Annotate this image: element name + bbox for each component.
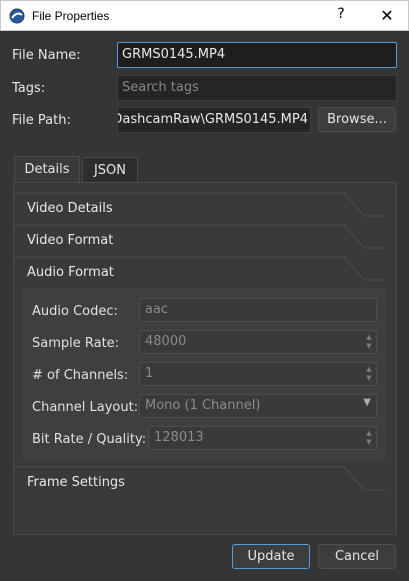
tags-input[interactable]: Search tags: [117, 75, 397, 101]
tags-placeholder: Search tags: [122, 80, 199, 95]
section-divider-shape: [14, 256, 386, 281]
file-path-value: DashcamRaw\GRMS0145.MP4: [117, 112, 308, 127]
window-title: File Properties: [32, 9, 110, 23]
audio-codec-field[interactable]: aac: [139, 298, 377, 322]
sample-rate-spinbox[interactable]: 48000 ▲ ▼: [139, 330, 377, 354]
section-frame-settings[interactable]: Frame Settings: [14, 466, 396, 498]
help-button[interactable]: ?: [327, 6, 355, 28]
file-name-label: File Name:: [12, 48, 81, 63]
close-button[interactable]: ✕: [373, 6, 401, 28]
spin-arrows-icon[interactable]: ▲ ▼: [364, 333, 374, 351]
audio-codec-label: Audio Codec:: [32, 304, 118, 319]
channels-spinbox[interactable]: 1 ▲ ▼: [139, 362, 377, 386]
tab-json[interactable]: JSON: [82, 157, 138, 183]
tags-label: Tags:: [12, 81, 46, 96]
channel-layout-select[interactable]: Mono (1 Channel) ▼: [139, 394, 377, 418]
app-logo-icon: [9, 8, 25, 24]
file-path-input[interactable]: DashcamRaw\GRMS0145.MP4: [117, 107, 311, 133]
spin-arrows-icon[interactable]: ▲ ▼: [364, 365, 374, 383]
spin-arrows-icon[interactable]: ▲ ▼: [364, 429, 374, 447]
section-video-details[interactable]: Video Details: [14, 192, 396, 224]
section-video-format[interactable]: Video Format: [14, 224, 396, 256]
update-button[interactable]: Update: [232, 544, 310, 569]
chevron-down-icon: ▼: [363, 397, 371, 408]
section-divider-shape: [14, 224, 386, 249]
section-divider-shape: [14, 192, 386, 217]
bitrate-label: Bit Rate / Quality:: [32, 432, 147, 447]
channels-value: 1: [145, 366, 154, 381]
section-audio-format[interactable]: Audio Format: [14, 256, 396, 288]
sample-rate-value: 48000: [145, 334, 187, 349]
title-bar: File Properties ? ✕: [0, 0, 409, 31]
file-path-label: File Path:: [12, 113, 71, 128]
channel-layout-label: Channel Layout:: [32, 400, 139, 415]
bitrate-spinbox[interactable]: 128013 ▲ ▼: [148, 426, 377, 450]
file-name-value: GRMS0145.MP4: [122, 47, 226, 62]
cancel-button[interactable]: Cancel: [318, 544, 396, 569]
sample-rate-label: Sample Rate:: [32, 336, 120, 351]
channel-layout-value: Mono (1 Channel): [145, 398, 261, 413]
tab-details[interactable]: Details: [14, 156, 80, 183]
file-name-input[interactable]: GRMS0145.MP4: [117, 42, 397, 68]
bitrate-value: 128013: [154, 430, 204, 445]
browse-button[interactable]: Browse...: [318, 107, 396, 132]
section-divider-shape: [14, 466, 386, 491]
channels-label: # of Channels:: [32, 368, 129, 383]
audio-codec-value: aac: [145, 302, 169, 317]
